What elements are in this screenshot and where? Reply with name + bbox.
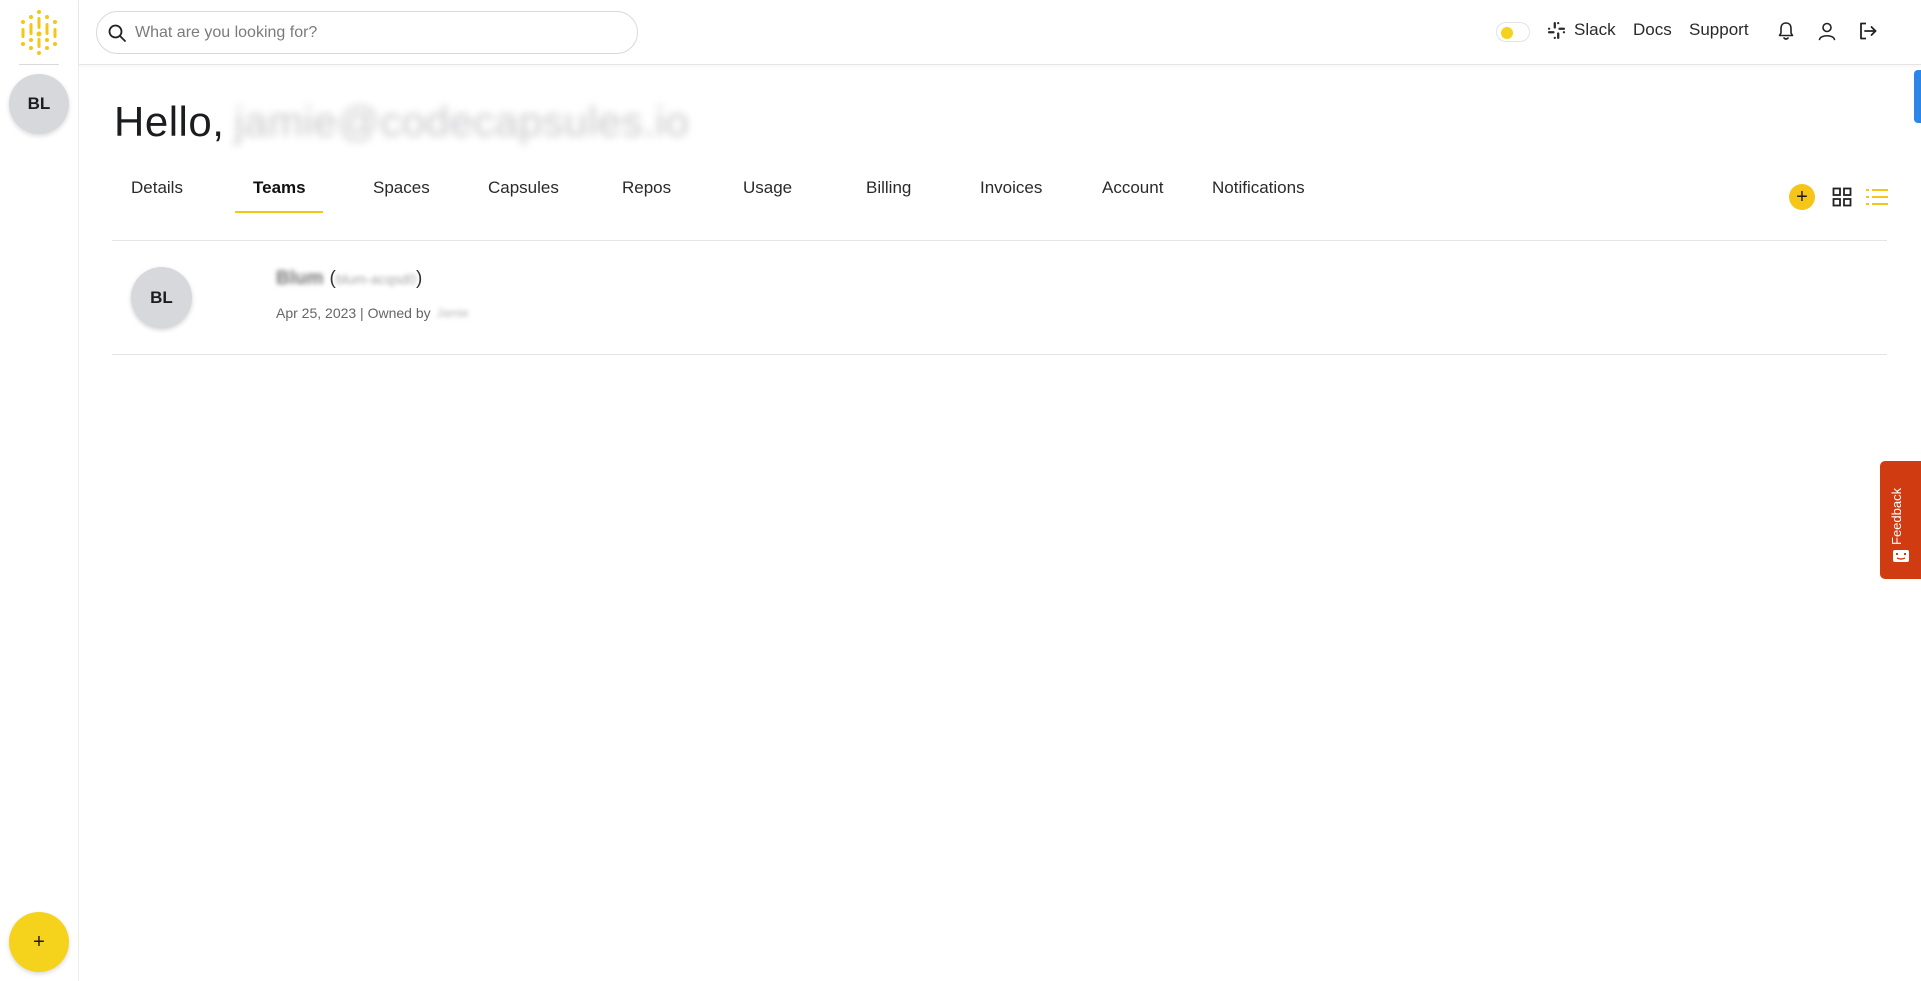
team-created-date: Apr 25, 2023 | Owned by xyxy=(276,305,431,321)
tab-billing[interactable]: Billing xyxy=(866,178,911,198)
logout-icon[interactable] xyxy=(1857,20,1879,42)
left-rail: BL + xyxy=(0,0,79,981)
tab-capsules[interactable]: Capsules xyxy=(488,178,559,198)
theme-toggle[interactable] xyxy=(1496,22,1530,42)
slack-icon[interactable] xyxy=(1547,21,1566,40)
close-paren: ) xyxy=(415,268,423,289)
support-link[interactable]: Support xyxy=(1689,20,1749,40)
top-bar: Slack Docs Support xyxy=(79,0,1921,65)
tab-teams[interactable]: Teams xyxy=(253,178,306,198)
list-top-divider xyxy=(112,240,1887,241)
list-bottom-divider xyxy=(112,354,1887,355)
active-tab-indicator xyxy=(235,211,323,213)
tab-account[interactable]: Account xyxy=(1102,178,1163,198)
feedback-button[interactable]: Feedback xyxy=(1880,461,1921,579)
bell-icon[interactable] xyxy=(1775,20,1797,42)
slack-link[interactable]: Slack xyxy=(1574,20,1616,40)
greeting-text: Hello, xyxy=(114,98,225,145)
feedback-label: Feedback xyxy=(1889,487,1904,545)
chat-icon xyxy=(1893,550,1909,562)
tab-invoices[interactable]: Invoices xyxy=(980,178,1042,198)
team-name: Blum xyxy=(276,268,324,289)
team-row-avatar: BL xyxy=(131,267,192,328)
grid-view-icon[interactable] xyxy=(1832,187,1852,207)
team-row-title[interactable]: Blum ( blum-acqsd0 ) xyxy=(276,268,422,290)
add-team-button[interactable]: + xyxy=(9,912,69,972)
side-panel-tab[interactable] xyxy=(1914,70,1921,123)
docs-link[interactable]: Docs xyxy=(1633,20,1672,40)
user-email: jamie@codecapsules.io xyxy=(234,98,690,145)
search-input[interactable] xyxy=(135,23,615,42)
team-slug: blum-acqsd0 xyxy=(335,271,416,287)
team-owner: Jamie xyxy=(436,306,469,320)
add-team-button[interactable]: + xyxy=(1789,184,1815,210)
rail-divider xyxy=(19,64,59,65)
team-avatar[interactable]: BL xyxy=(9,74,69,134)
code-capsules-logo-icon[interactable] xyxy=(19,9,59,55)
tab-details[interactable]: Details xyxy=(131,178,183,198)
search-bar[interactable] xyxy=(96,11,638,54)
tab-notifications[interactable]: Notifications xyxy=(1212,178,1305,198)
toggle-knob xyxy=(1501,27,1513,39)
list-view-icon[interactable] xyxy=(1866,187,1888,207)
tab-usage[interactable]: Usage xyxy=(743,178,792,198)
search-icon xyxy=(108,24,126,42)
tab-spaces[interactable]: Spaces xyxy=(373,178,430,198)
greeting-heading: Hello, jamie@codecapsules.io xyxy=(114,98,689,146)
user-icon[interactable] xyxy=(1816,20,1838,42)
tab-repos[interactable]: Repos xyxy=(622,178,671,198)
team-row-meta: Apr 25, 2023 | Owned by Jamie xyxy=(276,305,469,321)
